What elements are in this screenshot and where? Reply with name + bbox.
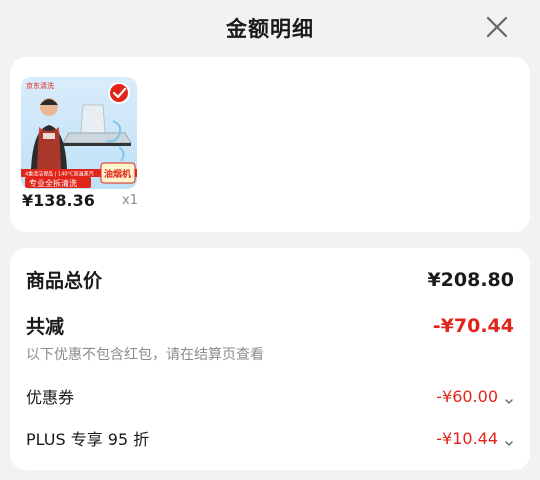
product-card: 京东清洗 4重清洁保品 | 140°C高温蒸汽 专业全拆清洗 油烟机 ¥138.…	[10, 57, 530, 232]
plus-discount-row[interactable]: PLUS 专享 95 折 -¥10.44	[26, 426, 514, 450]
page-title: 金额明细	[226, 17, 314, 41]
chevron-down-icon[interactable]	[504, 391, 514, 404]
product-thumbnail[interactable]: 京东清洗 4重清洁保品 | 140°C高温蒸汽 专业全拆清洗 油烟机	[21, 77, 137, 189]
image-tag-text: 专业全拆清洗	[29, 178, 77, 188]
image-strip-text: 4重清洁保品 | 140°C高温蒸汽	[25, 171, 94, 178]
total-label: 商品总价	[26, 270, 103, 292]
summary-card: 商品总价 ¥208.80 共减 -¥70.44 以下优惠不包含红包，请在结算页查…	[10, 248, 530, 470]
product-quantity: x1	[122, 193, 138, 208]
plus-discount-label: PLUS 专享 95 折	[26, 430, 150, 449]
plus-discount-value: -¥10.44	[436, 428, 498, 448]
discount-value: -¥70.44	[432, 314, 514, 337]
category-badge-text: 油烟机	[104, 168, 131, 180]
coupon-row[interactable]: 优惠券 -¥60.00	[26, 384, 514, 408]
modal-header: 金额明细	[0, 0, 540, 56]
product-price: ¥138.36	[22, 191, 95, 210]
discount-row: 共减 -¥70.44	[26, 312, 514, 339]
brand-text: 京东清洗	[26, 81, 54, 90]
coupon-value: -¥60.00	[436, 386, 498, 406]
discount-label: 共减	[26, 316, 65, 338]
check-badge-icon	[108, 82, 130, 104]
chevron-down-icon[interactable]	[504, 433, 514, 446]
discount-note: 以下优惠不包含红包，请在结算页查看	[26, 347, 264, 363]
total-row: 商品总价 ¥208.80	[26, 266, 514, 293]
coupon-label: 优惠券	[26, 388, 75, 407]
total-value: ¥208.80	[427, 268, 514, 291]
close-icon[interactable]	[484, 14, 510, 40]
